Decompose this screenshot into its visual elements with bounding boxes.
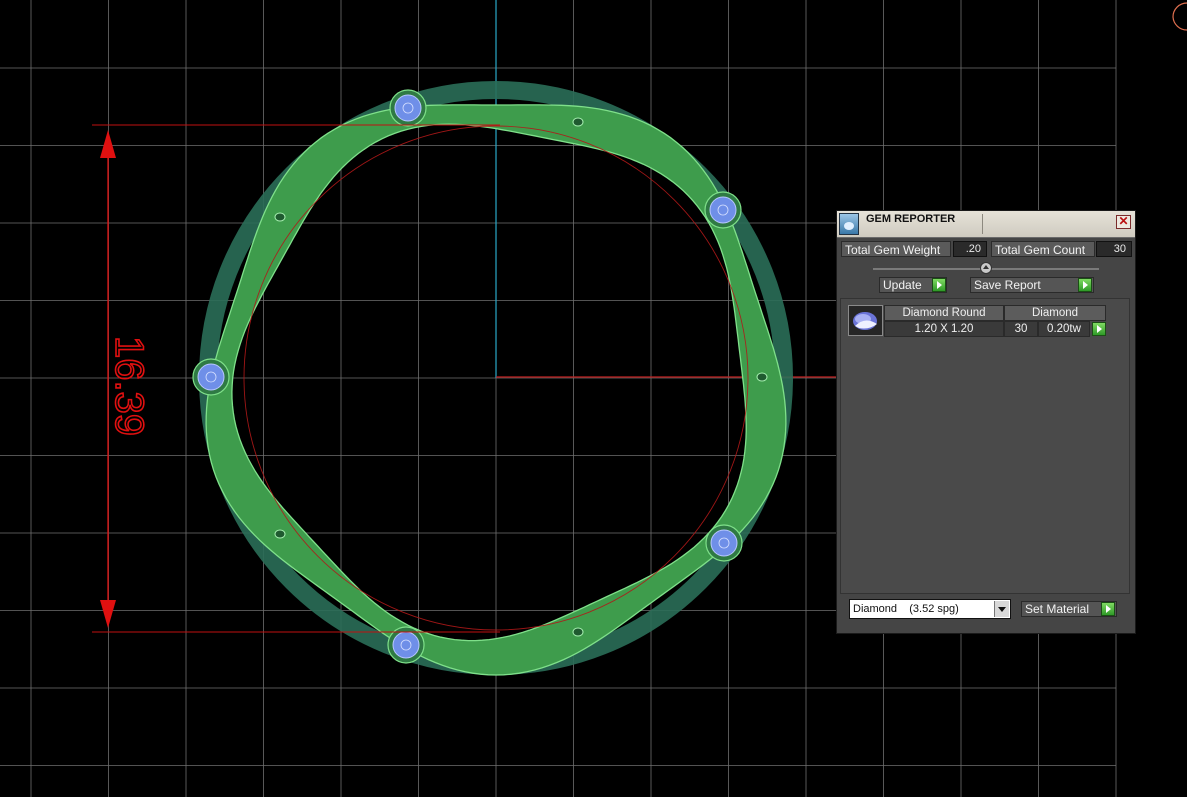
update-go-icon[interactable] (932, 278, 946, 292)
gem-hole (756, 372, 768, 382)
total-gem-weight-label: Total Gem Weight (841, 241, 951, 257)
gem-stone (389, 89, 427, 127)
gem-list: Diamond Round Diamond 1.20 X 1.20 30 0.2… (840, 298, 1130, 594)
gem-stone (704, 191, 742, 229)
gem-count-cell: 30 (1004, 321, 1038, 337)
title-divider (982, 214, 983, 234)
material-select-value: Diamond (3.52 spg) (853, 603, 959, 615)
gem-thumbnail-icon[interactable] (848, 305, 883, 336)
chevron-down-icon[interactable] (994, 601, 1009, 617)
total-gem-weight-value: .20 (953, 241, 987, 257)
splitter-handle[interactable] (980, 262, 992, 274)
panel-title: GEM REPORTER (866, 213, 956, 225)
dimension-value: 16.39 (107, 336, 151, 436)
ring-model[interactable] (192, 81, 793, 676)
total-gem-count-label: Total Gem Count (991, 241, 1095, 257)
material-select[interactable]: Diamond (3.52 spg) (849, 599, 1011, 619)
gem-size-cell: 1.20 X 1.20 (884, 321, 1004, 337)
total-gem-count-value: 30 (1096, 241, 1132, 257)
corner-cursor-icon (1172, 2, 1187, 31)
gem-reporter-icon (839, 213, 859, 235)
gem-stone (705, 524, 743, 562)
panel-titlebar[interactable]: GEM REPORTER ✕ (837, 211, 1135, 238)
gem-hole (572, 627, 584, 637)
gem-material-header: Diamond (1004, 305, 1106, 321)
gem-stone (192, 358, 230, 396)
set-material-go-icon[interactable] (1101, 602, 1115, 616)
gem-hole (274, 212, 286, 222)
gem-shape-header: Diamond Round (884, 305, 1004, 321)
close-button[interactable]: ✕ (1116, 215, 1131, 229)
gem-reporter-panel: GEM REPORTER ✕ Total Gem Weight .20 Tota… (836, 210, 1136, 634)
gem-hole (274, 529, 286, 539)
gem-hole (572, 117, 584, 127)
save-report-button[interactable]: Save Report (970, 277, 1094, 293)
gem-row-go-icon[interactable] (1092, 322, 1106, 336)
gem-weight-cell: 0.20tw (1038, 321, 1090, 337)
save-report-go-icon[interactable] (1078, 278, 1092, 292)
